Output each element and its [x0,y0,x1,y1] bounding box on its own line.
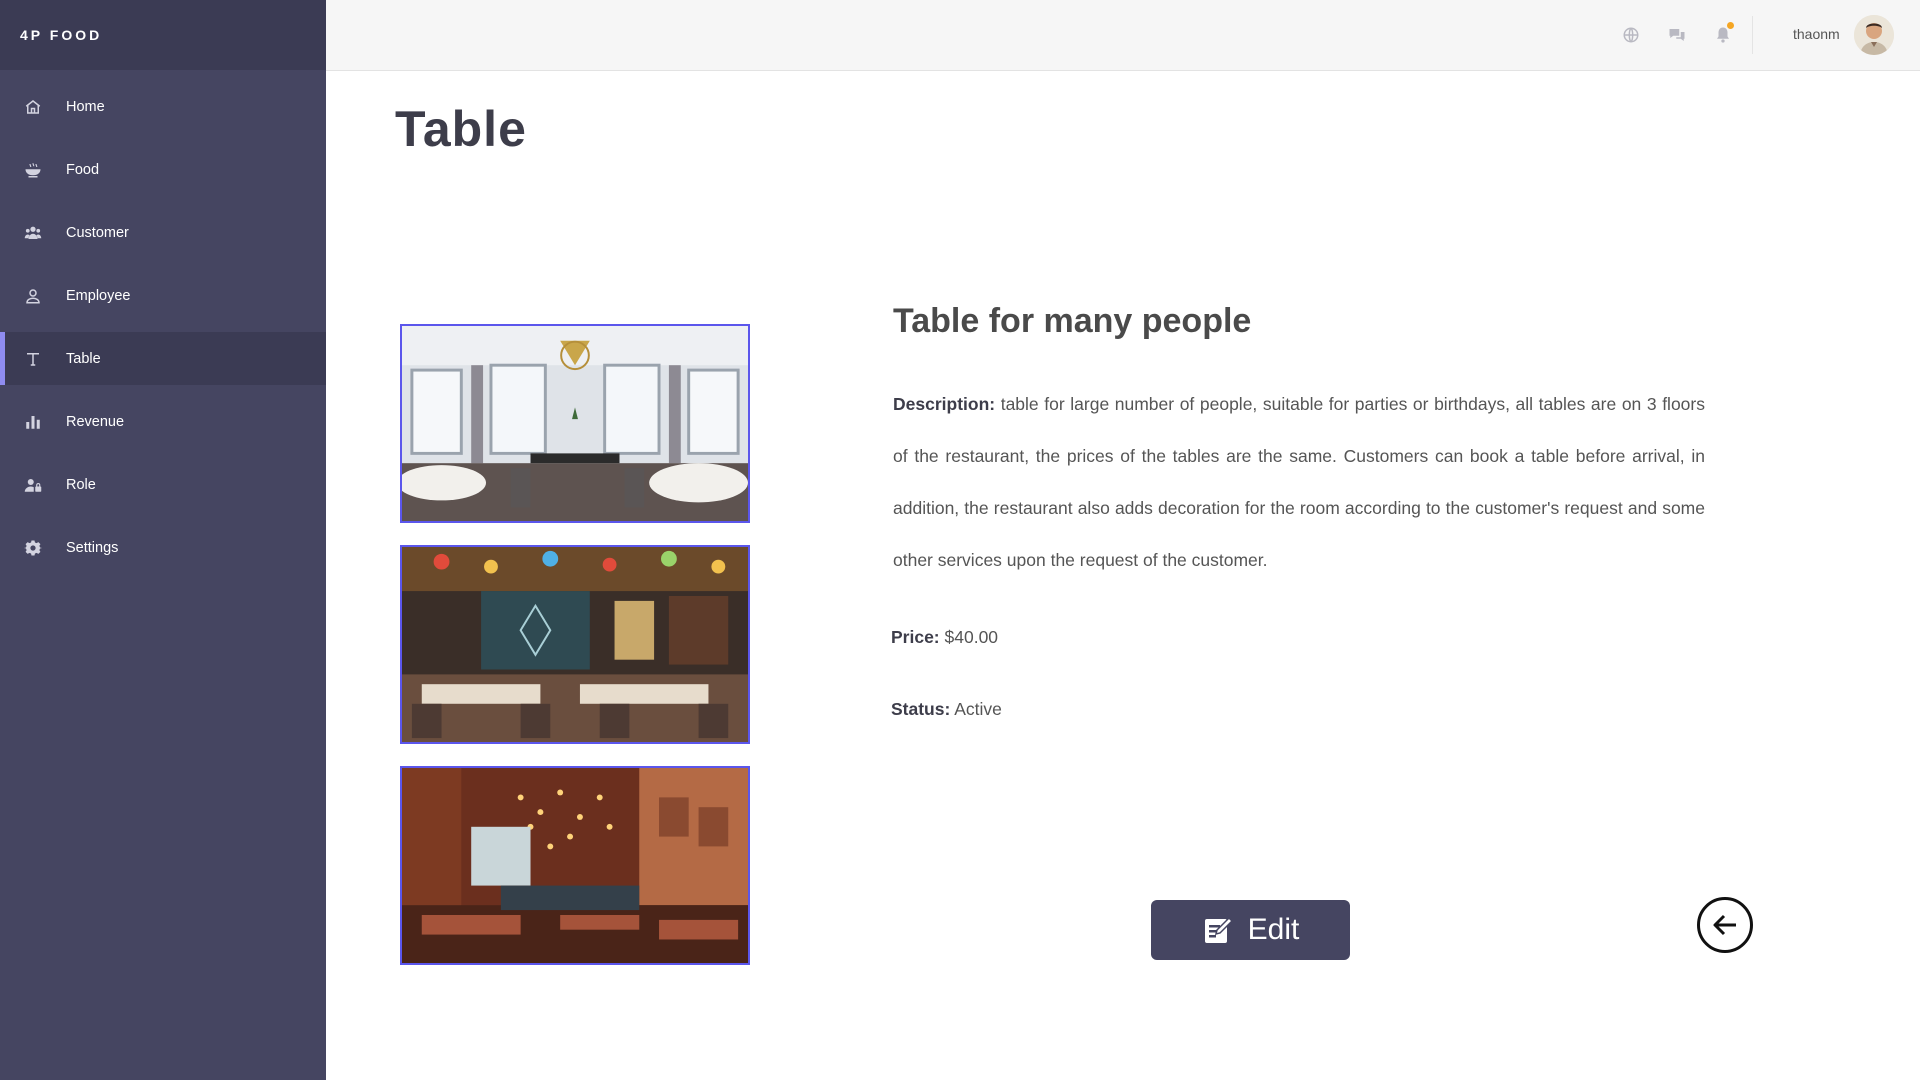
sidebar-item-customer[interactable]: Customer [0,206,326,259]
table-photo-2[interactable] [400,545,750,744]
sidebar: 4P FOOD Home Food Customer Employee Tabl… [0,0,326,1080]
sidebar-item-role[interactable]: Role [0,458,326,511]
arrow-left-circle-icon [1713,914,1736,936]
status-row: Status: Active [891,699,1002,720]
user-lock-icon [22,474,44,496]
sidebar-item-employee[interactable]: Employee [0,269,326,322]
back-button[interactable] [1697,897,1753,953]
sidebar-item-label: Settings [66,539,119,556]
sidebar-item-label: Employee [66,287,131,304]
table-name: Table for many people [893,302,1252,340]
price-label: Price: [891,627,940,647]
text-t-icon [22,348,44,370]
sidebar-item-label: Revenue [66,413,125,430]
brand-logo[interactable]: 4P FOOD [0,0,326,70]
table-description: Description: table for large number of p… [893,378,1705,586]
sidebar-item-home[interactable]: Home [0,80,326,133]
edit-label: Edit [1247,913,1300,946]
edit-icon [1204,916,1233,943]
gear-icon [22,537,44,559]
user-icon [22,285,44,307]
sidebar-item-label: Home [66,98,105,115]
sidebar-nav: Home Food Customer Employee Table Revenu… [0,80,326,574]
users-icon [22,222,44,244]
page-title: Table [395,101,527,157]
price-value: $40.00 [944,627,999,647]
home-icon [22,96,44,118]
username[interactable]: thaonm [1793,26,1840,42]
sidebar-item-label: Role [66,476,96,493]
sidebar-item-settings[interactable]: Settings [0,521,326,574]
avatar[interactable] [1854,15,1894,55]
bar-chart-icon [22,411,44,433]
topbar-divider [1752,16,1753,54]
description-label: Description: [893,394,996,414]
edit-button[interactable]: Edit [1151,900,1350,960]
status-value: Active [954,699,1002,719]
status-label: Status: [891,699,951,719]
bowl-icon [22,159,44,181]
chat-icon[interactable] [1666,24,1688,46]
globe-icon[interactable] [1620,24,1642,46]
bell-icon[interactable] [1712,22,1734,46]
sidebar-item-label: Table [66,350,101,367]
sidebar-item-food[interactable]: Food [0,143,326,196]
price-row: Price: $40.00 [891,627,998,648]
description-text: table for large number of people, suitab… [893,394,1705,570]
table-photo-3[interactable] [400,766,750,965]
sidebar-item-label: Customer [66,224,129,241]
table-photo-1[interactable] [400,324,750,523]
sidebar-item-revenue[interactable]: Revenue [0,395,326,448]
sidebar-item-label: Food [66,161,100,178]
sidebar-item-table[interactable]: Table [0,332,326,385]
topbar: thaonm [326,0,1920,71]
notification-dot [1727,22,1734,29]
